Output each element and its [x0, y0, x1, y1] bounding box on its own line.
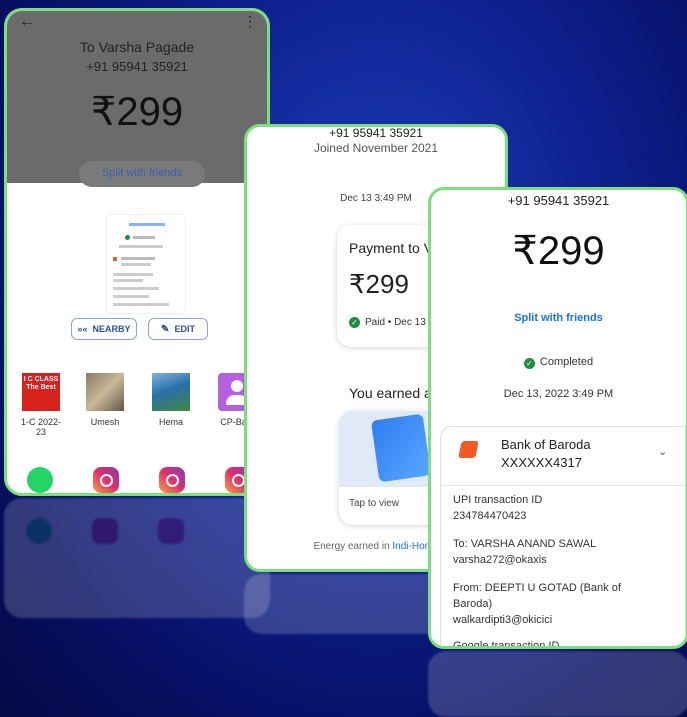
split-with-friends-link[interactable]: Split with friends — [431, 312, 686, 324]
check-circle-icon: ✓ — [523, 358, 535, 369]
receipt-thumbnail[interactable] — [106, 214, 186, 314]
payment-amount: ₹299 — [90, 90, 184, 134]
completed-status: ✓ Completed — [431, 356, 686, 369]
bank-account: XXXXXX4317 — [501, 455, 582, 470]
to-vpa: varsha272@okaxis — [453, 554, 547, 566]
whatsapp-icon[interactable] — [27, 467, 53, 493]
joined-date: Joined November 2021 — [313, 141, 439, 155]
transaction-datetime: Dec 13, 2022 3:49 PM — [503, 388, 614, 400]
upi-id-label: UPI transaction ID — [453, 494, 543, 506]
nearby-label: NEARBY — [92, 324, 131, 334]
upi-id-value: 234784470423 — [453, 510, 527, 522]
contact-label: 1-C 2022-23 — [20, 417, 62, 437]
check-circle-icon: ✓ — [349, 317, 360, 328]
to-line: To: VARSHA ANAND SAWAL — [453, 538, 597, 550]
nearby-button[interactable]: »« NEARBY — [71, 318, 137, 340]
transaction-details-screen: +91 95941 35921 ₹299 Split with friends … — [428, 187, 687, 649]
tap-to-view: Tap to view — [349, 498, 400, 509]
class-avatar: I C CLASS The Best — [22, 373, 60, 411]
more-vert-icon[interactable]: ⋮ — [243, 13, 257, 30]
phone1-reflection — [4, 498, 270, 618]
back-arrow-icon[interactable]: ← — [19, 13, 35, 31]
nearby-icon: »« — [77, 324, 88, 334]
recipient-name: To Varsha Pagade — [79, 39, 195, 55]
contact-phone: +91 95941 35921 — [507, 193, 610, 208]
divider — [441, 485, 685, 486]
reward-title: You earned a — [349, 385, 432, 401]
phone3-reflection — [428, 651, 687, 717]
status-label: Completed — [539, 356, 594, 368]
bank-name: Bank of Baroda — [501, 437, 591, 452]
chevron-down-icon[interactable]: ⌄ — [658, 445, 667, 458]
payment-status: Paid • Dec 13 — [365, 317, 426, 328]
bank-logo-icon — [458, 441, 479, 458]
footer-prefix: Energy earned in — [313, 541, 393, 552]
scratch-card-icon — [370, 413, 432, 483]
edit-button[interactable]: ✎ EDIT — [148, 318, 208, 340]
photo-avatar — [86, 373, 124, 411]
pencil-icon: ✎ — [161, 323, 170, 335]
split-label: Split with friends — [101, 167, 183, 179]
photo-avatar — [152, 373, 190, 411]
edit-label: EDIT — [174, 324, 195, 334]
contact-phone: +91 95941 35921 — [329, 126, 423, 140]
contact-label: Umesh — [90, 417, 120, 427]
contact-umesh[interactable]: Umesh — [81, 373, 129, 427]
payment-amount: ₹299 — [512, 229, 605, 273]
recipient-phone: +91 95941 35921 — [86, 59, 188, 74]
from-vpa: walkardipti3@okicici — [453, 614, 553, 626]
split-with-friends-button[interactable]: Split with friends — [79, 161, 205, 187]
contact-1c[interactable]: I C CLASS The Best 1-C 2022-23 — [17, 373, 65, 437]
payment-amount: ₹299 — [349, 269, 409, 299]
from-line: From: DEEPTI U GOTAD (Bank of — [453, 582, 621, 594]
from-line-2: Baroda) — [453, 598, 493, 610]
payment-share-screen: ← ⋮ To Varsha Pagade +91 95941 35921 ₹29… — [4, 8, 270, 496]
google-transaction-label: Google transaction ID — [453, 640, 560, 649]
instagram-icon[interactable] — [93, 467, 119, 493]
payment-title: Payment to V — [349, 240, 434, 256]
contact-label: Hema — [158, 417, 183, 427]
details-panel: Bank of Baroda XXXXXX4317 ⌄ UPI transact… — [440, 426, 686, 649]
instagram-icon[interactable] — [159, 467, 185, 493]
contact-hema[interactable]: Hema — [147, 373, 195, 427]
payment-header: ← ⋮ To Varsha Pagade +91 95941 35921 ₹29… — [7, 11, 267, 187]
